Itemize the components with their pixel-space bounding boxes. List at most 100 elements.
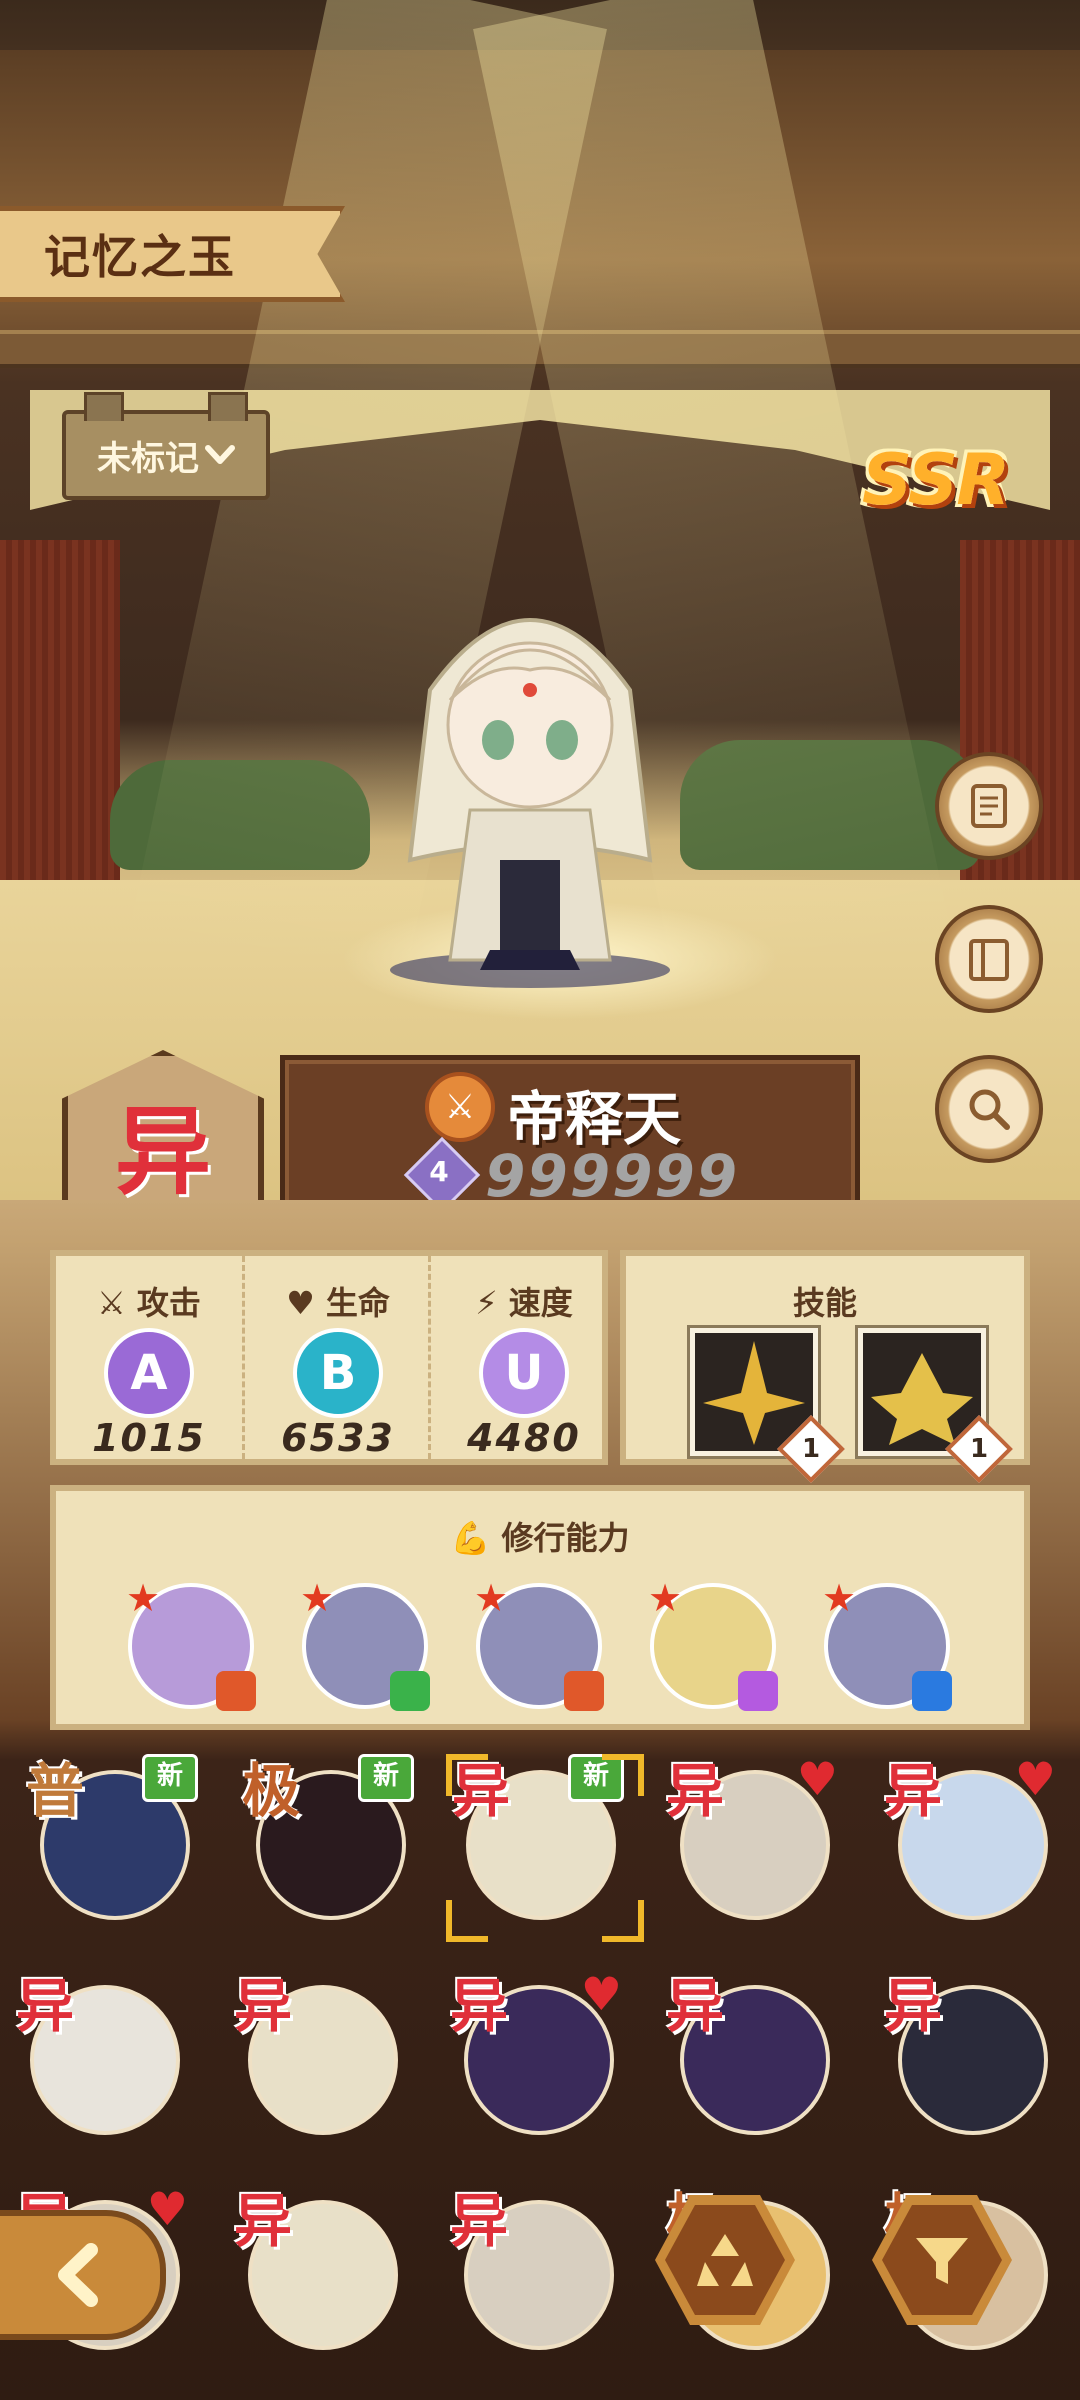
- selection-corner: [602, 1900, 644, 1942]
- back-button[interactable]: [0, 2210, 166, 2340]
- star-icon: ★: [300, 1576, 335, 1620]
- filter-icon: [916, 2238, 968, 2284]
- heart-icon: ♥: [580, 1967, 622, 2021]
- rank-placard: 异: [62, 1010, 264, 1230]
- rarity-text: SSR: [861, 439, 1010, 521]
- stat-label: 速度: [508, 1284, 573, 1322]
- practice-item[interactable]: ★: [126, 1579, 256, 1711]
- book-button[interactable]: [935, 905, 1043, 1013]
- card-rank: 异: [450, 2187, 509, 2255]
- page-title: 记忆之玉: [44, 230, 236, 284]
- practice-item[interactable]: ★: [648, 1579, 778, 1711]
- skill-level: 1: [801, 1434, 821, 1464]
- stat-health: ♥ 生命 B 6533: [242, 1256, 431, 1460]
- chevron-down-icon: [205, 445, 235, 464]
- roster-card[interactable]: 异 ♥: [666, 1756, 838, 1920]
- star-icon: ★: [648, 1576, 683, 1620]
- card-rank: 极: [242, 1757, 301, 1825]
- practice-label: 修行能力: [501, 1519, 630, 1557]
- new-tag: 新: [358, 1754, 414, 1802]
- practice-panel: 💪 修行能力 ★ ★ ★ ★ ★: [50, 1485, 1030, 1730]
- practice-type-icon: [912, 1671, 952, 1711]
- star-icon: ★: [126, 1576, 161, 1620]
- practice-item[interactable]: ★: [822, 1579, 952, 1711]
- book-icon: [969, 939, 1009, 981]
- character-figure: [390, 618, 670, 988]
- practice-type-icon: [564, 1671, 604, 1711]
- roster-card[interactable]: 异: [234, 2187, 398, 2350]
- scroll-icon: [971, 784, 1007, 828]
- placard-sign: 异: [62, 1050, 264, 1212]
- selection-corner: [602, 1754, 644, 1796]
- title-banner: 记忆之玉: [0, 206, 345, 302]
- roster-card[interactable]: 异 ♥: [884, 1756, 1056, 1920]
- roster-card-selected[interactable]: 异 新: [452, 1754, 624, 1920]
- roster-card[interactable]: 极 新: [242, 1754, 414, 1920]
- muscle-icon: 💪: [450, 1519, 502, 1557]
- roster-card[interactable]: 异: [884, 1972, 1048, 2135]
- roster-card[interactable]: 普 新: [26, 1754, 198, 1920]
- crossed-swords-icon: ⚔: [97, 1284, 137, 1322]
- skills-panel: 技能 1 1: [620, 1250, 1030, 1483]
- practice-type-icon: [738, 1671, 778, 1711]
- search-icon: [969, 1089, 1010, 1130]
- heart-icon: ♥: [1014, 1752, 1056, 1806]
- new-tag: 新: [142, 1754, 198, 1802]
- practice-item[interactable]: ★: [300, 1579, 430, 1711]
- hanger-tab: [208, 392, 248, 421]
- character-nameboard: ⚔ 帝释天 4 999999: [280, 1055, 860, 1220]
- card-rank: 异: [450, 1972, 509, 2040]
- mark-filter-label: 未标记: [97, 438, 199, 479]
- skills-label: 技能: [792, 1284, 857, 1322]
- card-rank: 异: [884, 1972, 943, 2040]
- stat-grade: B: [293, 1328, 383, 1418]
- skill-level: 1: [969, 1434, 989, 1464]
- stats-panel: ⚔ 攻击 A 1015 ♥ 生命 B 6533 ⚡ 速度 U 4480: [50, 1250, 608, 1465]
- stat-value: 4480: [467, 1416, 581, 1460]
- stat-attack: ⚔ 攻击 A 1015: [56, 1256, 242, 1460]
- level-value: 4: [429, 1155, 449, 1188]
- card-rank: 异: [666, 1972, 725, 2040]
- lightning-icon: ⚡: [475, 1284, 509, 1322]
- back-arrow-icon: [58, 2243, 98, 2307]
- attack-type-icon: ⚔: [425, 1072, 495, 1142]
- scroll-record-button[interactable]: [935, 752, 1043, 860]
- roster-card[interactable]: 异 ♥: [450, 1971, 622, 2135]
- practice-type-icon: [216, 1671, 256, 1711]
- selection-corner: [446, 1900, 488, 1942]
- practice-type-icon: [390, 1671, 430, 1711]
- mark-filter-dropdown[interactable]: 未标记: [62, 392, 270, 500]
- heart-icon: ♥: [146, 2182, 188, 2236]
- stat-label-row: ⚡ 速度: [431, 1278, 617, 1324]
- roster-card[interactable]: 异: [234, 1972, 398, 2135]
- filter-button-face: [882, 2205, 1002, 2315]
- card-rank: 普: [26, 1757, 85, 1825]
- stat-label: 攻击: [136, 1284, 201, 1322]
- roster-card[interactable]: 异: [666, 1972, 830, 2135]
- skill-1-button[interactable]: 1: [690, 1328, 845, 1483]
- heart-icon: ♥: [286, 1284, 326, 1322]
- hanger-tab: [84, 392, 124, 421]
- rarity-badge: SSR: [840, 420, 1030, 540]
- skill-2-button[interactable]: 1: [858, 1328, 1013, 1483]
- practice-label-row: 💪 修行能力: [56, 1513, 1024, 1559]
- search-button[interactable]: [935, 1055, 1043, 1163]
- placard-rank: 异: [115, 1095, 211, 1208]
- practice-item[interactable]: ★: [474, 1579, 604, 1711]
- stat-label-row: ⚔ 攻击: [56, 1278, 242, 1324]
- recycle-button-face: [665, 2205, 785, 2315]
- card-rank: 异: [234, 1972, 293, 2040]
- card-rank: 异: [666, 1757, 725, 1825]
- card-rank: 异: [16, 1972, 75, 2040]
- stat-label-row: ♥ 生命: [245, 1278, 431, 1324]
- card-rank: 异: [234, 2187, 293, 2255]
- roster-card[interactable]: 异: [16, 1972, 180, 2135]
- stat-value: 1015: [92, 1416, 206, 1460]
- star-icon: ★: [474, 1576, 509, 1620]
- recycle-icon: [697, 2234, 753, 2286]
- stat-grade: U: [479, 1328, 569, 1418]
- heart-icon: ♥: [796, 1752, 838, 1806]
- star-icon: ★: [822, 1576, 857, 1620]
- stat-speed: ⚡ 速度 U 4480: [428, 1256, 617, 1460]
- roster-card[interactable]: 异: [450, 2187, 614, 2350]
